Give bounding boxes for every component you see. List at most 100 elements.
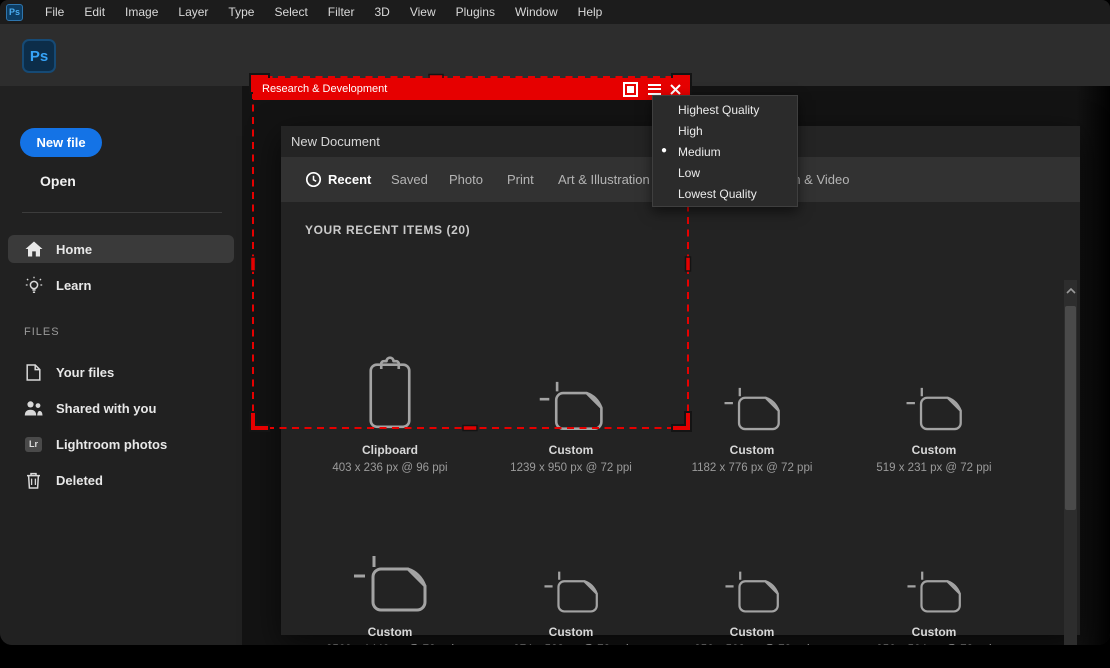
recent-items-heading: YOUR RECENT ITEMS (20) [305, 223, 470, 237]
files-section-label: FILES [24, 326, 60, 338]
tab-label: Photo [449, 172, 483, 187]
open-button[interactable]: Open [40, 173, 76, 189]
hamburger-icon [648, 84, 661, 86]
recent-item-dims: 1182 x 776 px @ 72 ppi [672, 462, 832, 474]
sidebar-item-label: Shared with you [56, 401, 156, 416]
sidebar: New file Open Home Learn F [0, 86, 242, 645]
right-shadow [1076, 86, 1110, 645]
menu-bar-items: File Edit Image Layer Type Select Filter… [35, 0, 612, 24]
sidebar-item-label: Your files [56, 365, 114, 380]
scroll-up-button[interactable] [1064, 284, 1077, 298]
menu-item-lowest-quality[interactable]: Lowest Quality [653, 183, 797, 204]
menu-item-label: High [678, 124, 703, 138]
menu-type[interactable]: Type [218, 0, 264, 24]
recent-item-name: Custom [310, 625, 470, 639]
photoshop-logo: Ps [22, 39, 56, 73]
menu-item-label: Medium [678, 145, 721, 159]
menu-view[interactable]: View [400, 0, 446, 24]
recent-item-dims: 1239 x 950 px @ 72 ppi [491, 462, 651, 474]
people-icon [24, 400, 43, 417]
menu-item-medium[interactable]: ● Medium [653, 141, 797, 162]
recent-item-name: Clipboard [310, 443, 470, 457]
menu-bar: Ps File Edit Image Layer Type Select Fil… [0, 0, 1110, 24]
ps-menubar-icon: Ps [6, 4, 23, 21]
menu-help[interactable]: Help [568, 0, 613, 24]
menu-window[interactable]: Window [505, 0, 568, 24]
sidebar-item-deleted[interactable]: Deleted [8, 466, 234, 494]
recent-item-name: Custom [491, 625, 651, 639]
custom-document-icon [491, 524, 651, 616]
tab-art-illustration[interactable]: Art & Illustration [558, 157, 650, 202]
stop-capture-button[interactable] [623, 82, 638, 97]
menu-select[interactable]: Select [264, 0, 317, 24]
custom-document-icon [854, 342, 1014, 434]
recent-item-name: Custom [491, 443, 651, 457]
close-icon [670, 84, 681, 95]
tab-label: Art & Illustration [558, 172, 650, 187]
recent-item-card[interactable]: Clipboard 403 x 236 px @ 96 ppi [310, 342, 470, 474]
sidebar-item-shared[interactable]: Shared with you [8, 394, 234, 422]
tab-photo[interactable]: Photo [449, 157, 483, 202]
lightbulb-icon [24, 277, 43, 294]
screen: Ps File Edit Image Layer Type Select Fil… [0, 0, 1110, 668]
tab-print[interactable]: Print [507, 157, 534, 202]
recent-item-dims: 956 x 508 px @ 72 ppi [672, 644, 832, 645]
sidebar-item-your-files[interactable]: Your files [8, 358, 234, 386]
stop-icon [627, 86, 634, 93]
capture-titlebar[interactable]: Research & Development [253, 78, 690, 100]
sidebar-item-label: Lightroom photos [56, 437, 167, 452]
sidebar-item-label: Deleted [56, 473, 103, 488]
dialog-content: YOUR RECENT ITEMS (20) Clipboard 403 x 2… [281, 202, 1080, 635]
capture-title: Research & Development [262, 83, 387, 95]
menu-plugins[interactable]: Plugins [446, 0, 505, 24]
scrollbar-thumb[interactable] [1065, 306, 1076, 510]
menu-file[interactable]: File [35, 0, 74, 24]
menu-layer[interactable]: Layer [168, 0, 218, 24]
recent-item-card[interactable]: Custom 956 x 504 px @ 72 ppi [854, 524, 1014, 645]
sidebar-item-lightroom[interactable]: Lr Lightroom photos [8, 430, 234, 458]
menu-item-label: Low [678, 166, 700, 180]
new-file-button[interactable]: New file [20, 128, 102, 157]
tab-recent[interactable]: Recent [305, 157, 371, 202]
sidebar-item-learn[interactable]: Learn [8, 271, 234, 299]
lr-icon: Lr [24, 436, 43, 453]
clock-icon [305, 171, 322, 188]
home-icon [24, 241, 43, 258]
tab-saved[interactable]: Saved [391, 157, 428, 202]
menu-item-high[interactable]: High [653, 120, 797, 141]
menu-item-low[interactable]: Low [653, 162, 797, 183]
recent-item-card[interactable]: Custom 2560 x 1440 px @ 72 ppi [310, 524, 470, 645]
quality-dropdown-menu: Highest Quality High ● Medium Low Lowest… [652, 95, 798, 207]
clipboard-icon [310, 342, 470, 434]
recent-item-name: Custom [854, 443, 1014, 457]
custom-document-icon [854, 524, 1014, 616]
app-header: Ps [0, 24, 1110, 86]
sidebar-item-home[interactable]: Home [8, 235, 234, 263]
custom-document-icon [672, 342, 832, 434]
tab-label: Saved [391, 172, 428, 187]
dialog-scrollbar[interactable] [1064, 280, 1077, 645]
menu-item-highest-quality[interactable]: Highest Quality [653, 99, 797, 120]
recent-item-card[interactable]: Custom 1182 x 776 px @ 72 ppi [672, 342, 832, 474]
menu-item-label: Highest Quality [678, 103, 759, 117]
recent-item-card[interactable]: Custom 974 x 523 px @ 72 ppi [491, 524, 651, 645]
recent-item-name: Custom [854, 625, 1014, 639]
sidebar-item-label: Learn [56, 278, 91, 293]
dialog-title: New Document [291, 134, 380, 149]
menu-filter[interactable]: Filter [318, 0, 365, 24]
tab-label: Print [507, 172, 534, 187]
recent-item-name: Custom [672, 625, 832, 639]
recent-item-dims: 519 x 231 px @ 72 ppi [854, 462, 1014, 474]
recent-item-dims: 956 x 504 px @ 72 ppi [854, 644, 1014, 645]
file-icon [24, 364, 43, 381]
menu-3d[interactable]: 3D [364, 0, 399, 24]
menu-edit[interactable]: Edit [74, 0, 115, 24]
recent-item-dims: 403 x 236 px @ 96 ppi [310, 462, 470, 474]
recent-item-dims: 974 x 523 px @ 72 ppi [491, 644, 651, 645]
recent-item-card[interactable]: Custom 519 x 231 px @ 72 ppi [854, 342, 1014, 474]
recent-item-card[interactable]: Custom 956 x 508 px @ 72 ppi [672, 524, 832, 645]
tab-label: Recent [328, 172, 371, 187]
custom-document-icon [310, 524, 470, 616]
recent-item-card[interactable]: Custom 1239 x 950 px @ 72 ppi [491, 342, 651, 474]
menu-image[interactable]: Image [115, 0, 168, 24]
